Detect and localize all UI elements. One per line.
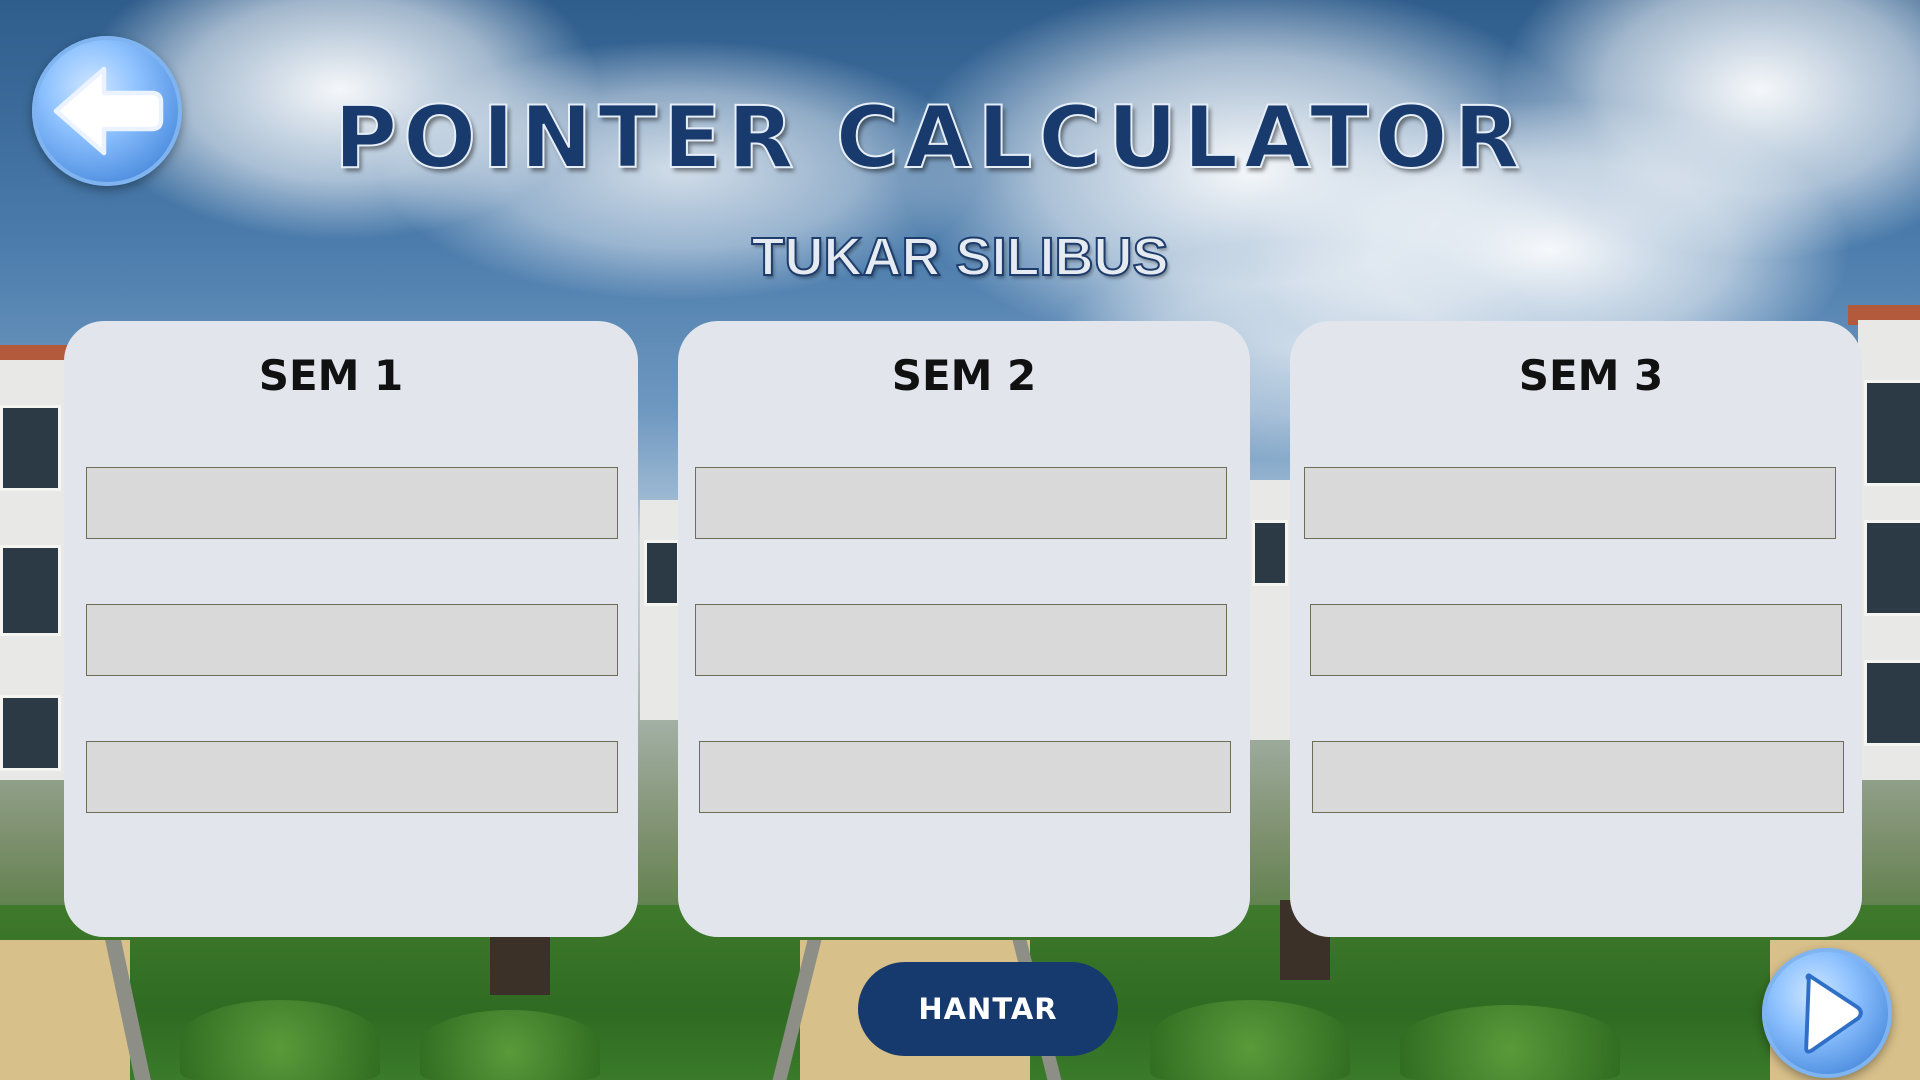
semester-card-2: SEM 2 <box>678 321 1250 937</box>
semester-card-title: SEM 3 <box>1518 351 1664 400</box>
semester-3-field-2[interactable] <box>1310 604 1842 676</box>
semester-card-title: SEM 2 <box>891 351 1037 400</box>
semester-2-field-1[interactable] <box>695 467 1227 539</box>
semester-2-field-3[interactable] <box>699 741 1231 813</box>
semester-3-field-1[interactable] <box>1304 467 1836 539</box>
semester-1-field-1[interactable] <box>86 467 618 539</box>
semester-card-1: SEM 1 <box>64 321 638 937</box>
app-screen: POINTER CALCULATOR TUKAR SILIBUS SEM 1 S… <box>0 0 1920 1080</box>
semester-1-field-3[interactable] <box>86 741 618 813</box>
semester-3-field-3[interactable] <box>1312 741 1844 813</box>
page-title: POINTER CALCULATOR <box>333 87 1526 189</box>
semester-card-title: SEM 1 <box>258 351 404 400</box>
semester-1-field-2[interactable] <box>86 604 618 676</box>
semester-2-field-2[interactable] <box>695 604 1227 676</box>
page-subtitle: TUKAR SILIBUS <box>751 226 1170 288</box>
submit-button[interactable]: HANTAR <box>858 962 1118 1056</box>
next-button[interactable] <box>1762 948 1892 1078</box>
play-right-icon <box>1804 973 1863 1054</box>
semester-card-3: SEM 3 <box>1290 321 1862 937</box>
